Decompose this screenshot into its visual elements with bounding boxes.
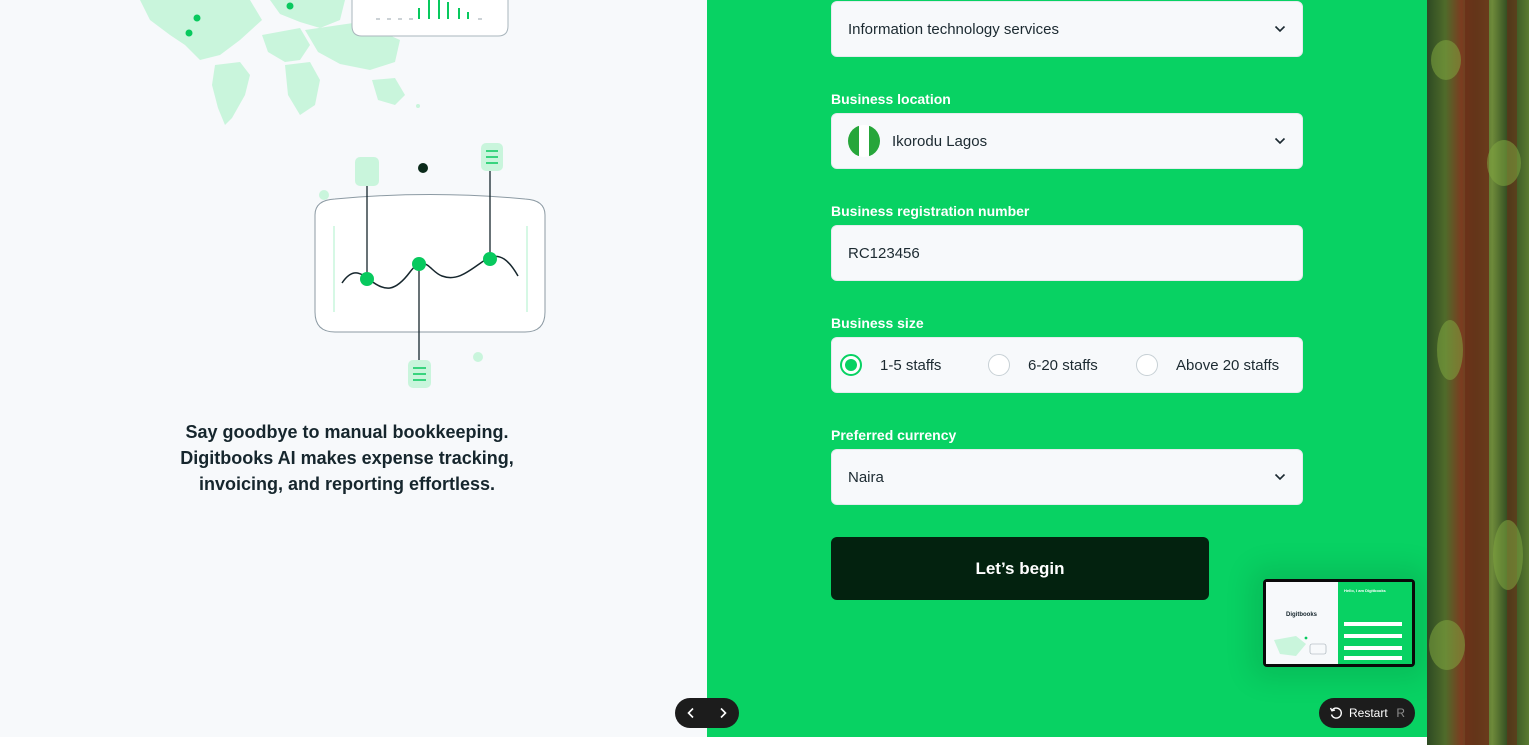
registration-value: RC123456 [848,244,920,262]
restart-shortcut: R [1396,706,1405,720]
size-option-6-20[interactable]: 6-20 staffs [988,354,1136,376]
radio-empty-icon [988,354,1010,376]
chevron-down-icon [1274,135,1286,147]
thumbnail-heading: Hello, I am Digitbooks [1344,588,1386,593]
radio-selected-icon [840,354,862,376]
chevron-down-icon [1274,471,1286,483]
currency-value: Naira [848,468,884,486]
restart-label: Restart [1349,706,1388,720]
bottom-edge [0,737,1427,745]
business-size-radio-group: 1-5 staffs 6-20 staffs Above 20 staffs [831,337,1303,393]
size-option-label: 6-20 staffs [1028,356,1098,374]
registration-input[interactable]: RC123456 [831,225,1303,281]
next-button[interactable] [710,700,736,726]
screen-thumbnail[interactable]: Digitbooks Hello, I am Digitbooks [1263,579,1415,667]
illustration-graphic [140,0,546,388]
previous-button[interactable] [678,700,704,726]
illustration-panel [0,0,707,737]
location-select[interactable]: Ikorodu Lagos [831,113,1303,169]
tagline-text: Say goodbye to manual bookkeeping. Digit… [180,422,514,494]
currency-select[interactable]: Naira [831,449,1303,505]
size-label: Business size [831,315,924,331]
chevron-right-icon [720,707,727,719]
size-option-above-20[interactable]: Above 20 staffs [1136,354,1284,376]
doc-tag-icon [355,157,379,186]
forest-background-image [1427,0,1529,745]
doc-tag-icon [481,143,503,171]
size-option-label: Above 20 staffs [1176,356,1280,374]
location-label: Business location [831,91,951,107]
lets-begin-button[interactable]: Let’s begin [831,537,1209,600]
radio-empty-icon [1136,354,1158,376]
restart-icon [1329,706,1343,720]
size-option-label: 1-5 staffs [880,356,942,374]
chevron-down-icon [1274,23,1286,35]
registration-label: Business registration number [831,203,1030,219]
currency-label: Preferred currency [831,427,957,443]
mini-chart-card [351,0,509,37]
nigeria-flag-icon [848,125,880,157]
industry-value: Information technology services [848,20,1059,38]
restart-button[interactable]: Restart R [1319,698,1415,728]
chevron-left-icon [687,707,694,719]
location-value: Ikorodu Lagos [892,132,988,150]
slide-navigation [675,698,739,728]
size-option-1-5[interactable]: 1-5 staffs [840,354,988,376]
wave-chart-card [314,170,546,360]
doc-tag-icon [408,360,431,388]
industry-select[interactable]: Information technology services [831,1,1303,57]
